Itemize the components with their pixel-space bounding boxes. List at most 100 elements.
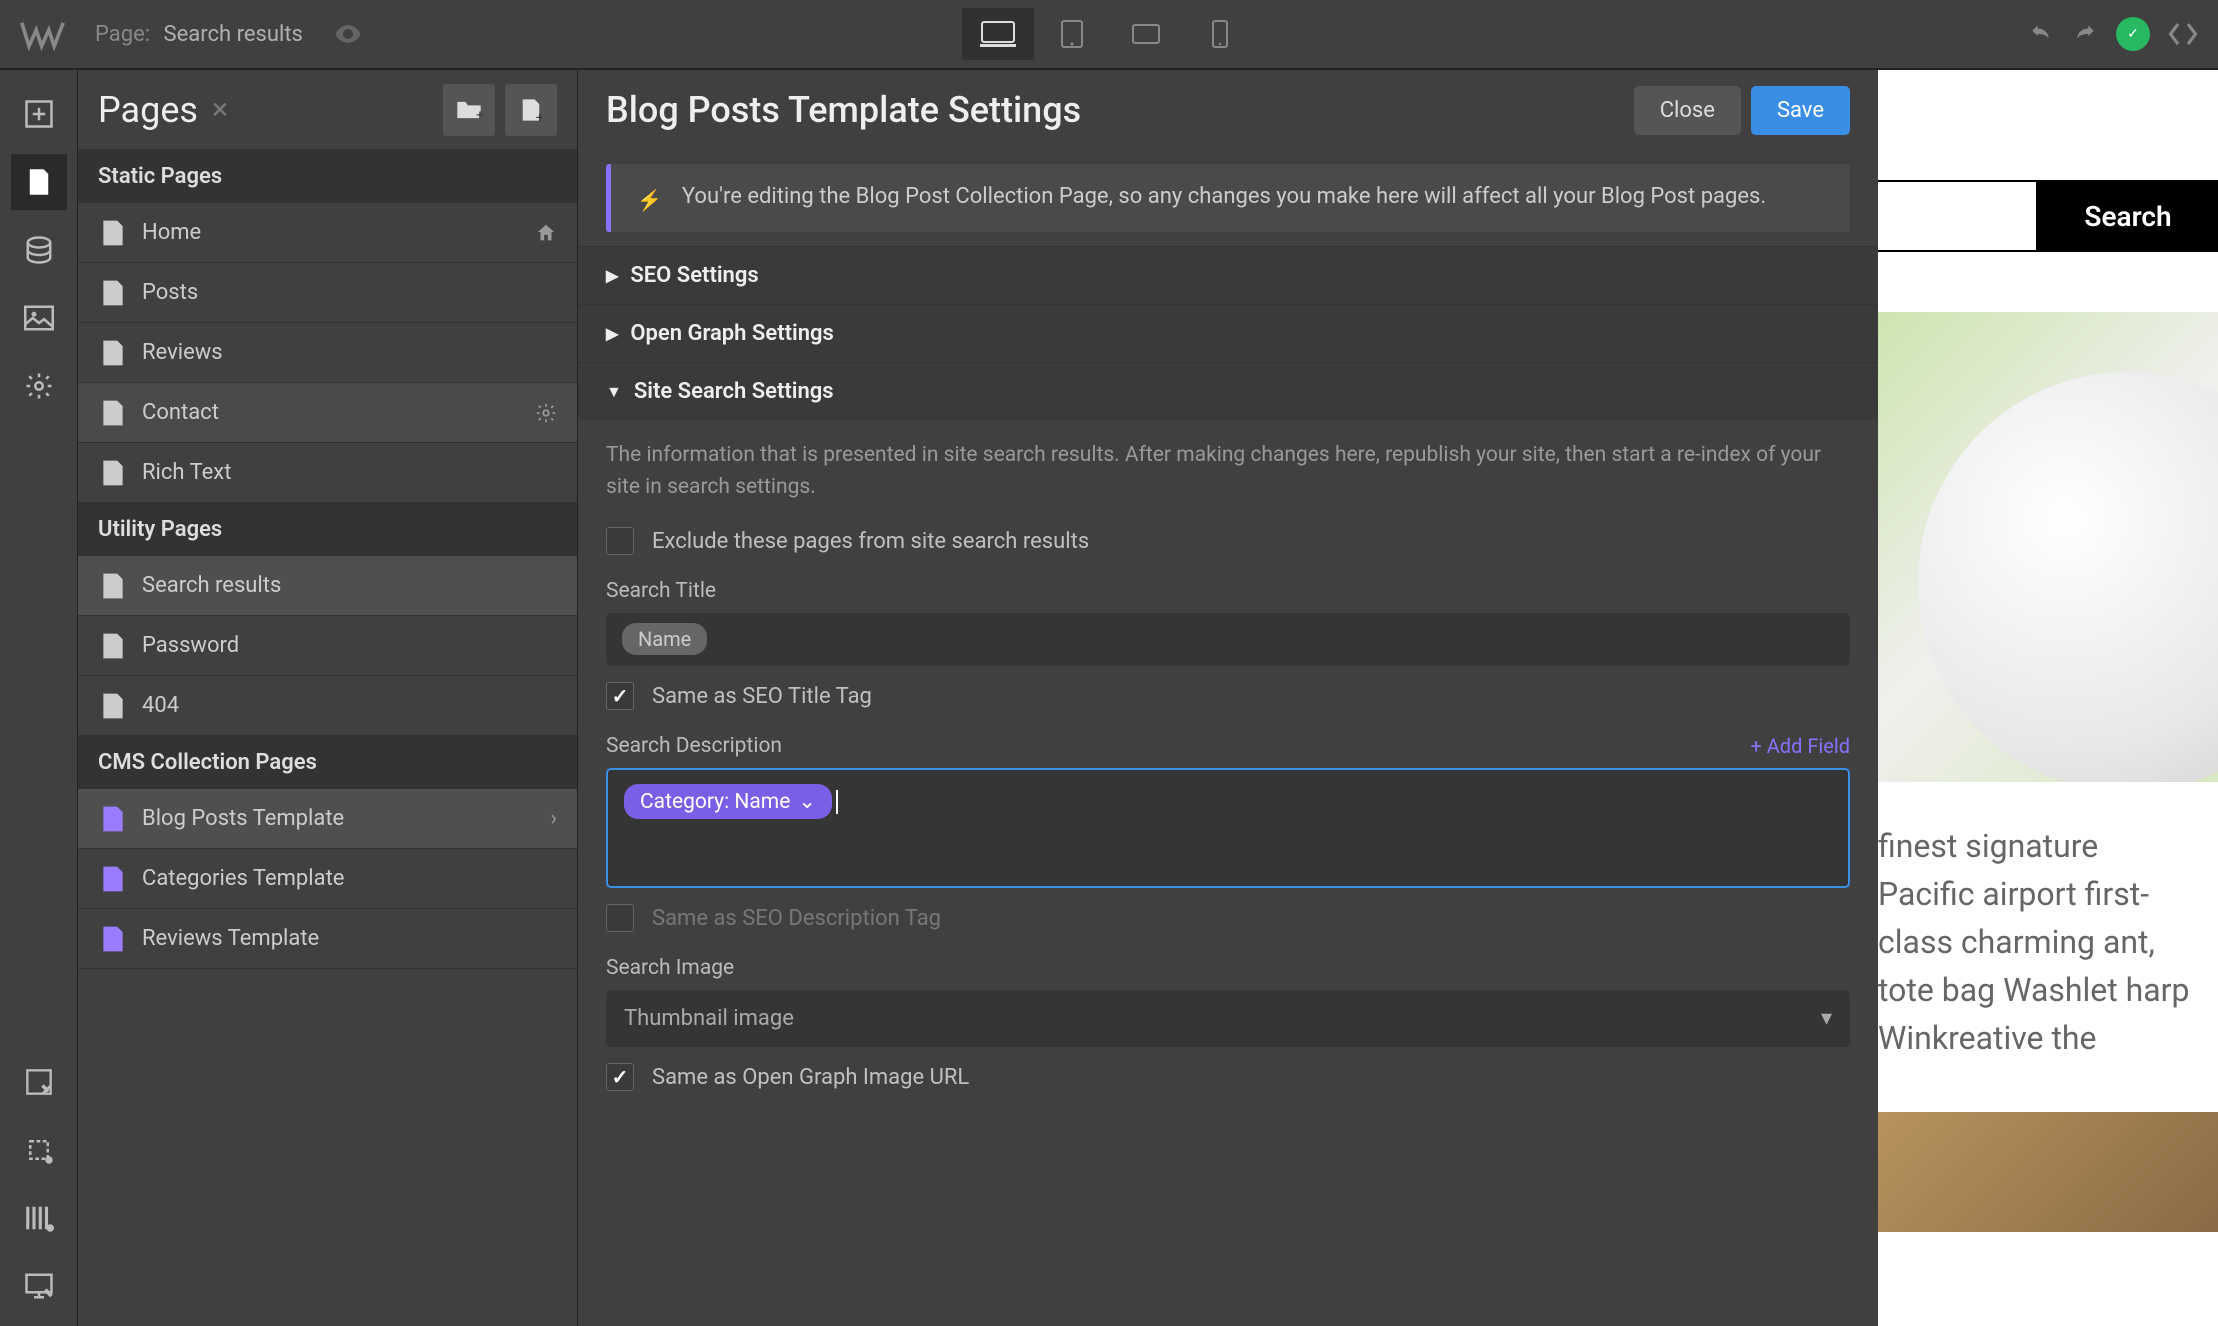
section-label: SEO Settings xyxy=(630,263,758,288)
preview-search-button[interactable]: Search xyxy=(2038,180,2218,252)
webflow-logo-icon xyxy=(20,12,65,57)
device-switcher xyxy=(962,8,1256,60)
status-ok-icon[interactable]: ✓ xyxy=(2116,17,2150,51)
tablet-device-button[interactable] xyxy=(1036,8,1108,60)
site-search-body: The information that is presented in sit… xyxy=(578,420,1878,1135)
chevron-down-icon: ⌄ xyxy=(798,789,816,814)
audit-button[interactable] xyxy=(11,1190,67,1246)
left-rail xyxy=(0,70,78,1326)
pages-panel-header: Pages × + + xyxy=(78,70,577,150)
page-item-password[interactable]: Password xyxy=(78,616,577,676)
static-pages-heading: Static Pages xyxy=(78,150,577,203)
page-label: Search results xyxy=(142,573,281,598)
page-item-richtext[interactable]: Rich Text xyxy=(78,443,577,503)
same-seo-title-checkbox[interactable] xyxy=(606,682,634,710)
same-seo-desc-checkbox[interactable] xyxy=(606,904,634,932)
page-icon xyxy=(102,219,124,247)
close-panel-icon[interactable]: × xyxy=(212,92,228,127)
cms-page-icon xyxy=(102,865,124,893)
page-item-contact[interactable]: Contact xyxy=(78,383,577,443)
page-item-404[interactable]: 404 xyxy=(78,676,577,736)
page-label: Posts xyxy=(142,280,198,305)
backup-button[interactable] xyxy=(11,1258,67,1314)
cms-pages-heading: CMS Collection Pages xyxy=(78,736,577,789)
caret-right-icon: ▶ xyxy=(606,266,618,285)
same-seo-title-label: Same as SEO Title Tag xyxy=(652,684,872,709)
cms-page-icon xyxy=(102,805,124,833)
redo-button[interactable] xyxy=(2072,21,2098,47)
preview-eye-button[interactable] xyxy=(333,19,363,49)
same-seo-desc-row[interactable]: Same as SEO Description Tag xyxy=(606,904,1850,932)
code-button[interactable] xyxy=(2168,21,2198,47)
topbar: Page: Search results ✓ xyxy=(0,0,2218,70)
field-pill-name[interactable]: Name xyxy=(622,623,707,655)
page-item-categories-template[interactable]: Categories Template xyxy=(78,849,577,909)
tablet-landscape-button[interactable] xyxy=(1110,8,1182,60)
search-title-input[interactable]: Name xyxy=(606,613,1850,666)
page-icon xyxy=(102,399,124,427)
info-banner: ⚡ You're editing the Blog Post Collectio… xyxy=(606,164,1850,232)
add-field-link[interactable]: + Add Field xyxy=(1750,734,1850,758)
cms-page-icon xyxy=(102,925,124,953)
page-item-search-results[interactable]: Search results xyxy=(78,556,577,616)
exclude-checkbox[interactable] xyxy=(606,527,634,555)
caret-down-icon: ▼ xyxy=(606,382,622,402)
page-label: Blog Posts Template xyxy=(142,806,344,831)
new-folder-button[interactable]: + xyxy=(443,84,495,136)
search-title-label: Search Title xyxy=(606,579,1850,603)
section-label: Open Graph Settings xyxy=(630,321,834,346)
text-cursor xyxy=(836,790,838,814)
mobile-device-button[interactable] xyxy=(1184,8,1256,60)
search-image-select[interactable]: Thumbnail image ▾ xyxy=(606,990,1850,1047)
page-item-blog-posts-template[interactable]: Blog Posts Template › xyxy=(78,789,577,849)
help-text: The information that is presented in sit… xyxy=(606,440,1850,503)
close-button[interactable]: Close xyxy=(1634,86,1741,135)
guides-button[interactable] xyxy=(11,1122,67,1178)
page-icon xyxy=(102,632,124,660)
page-item-reviews-template[interactable]: Reviews Template xyxy=(78,909,577,969)
preview-body-text: finest signature Pacific airport first-c… xyxy=(1878,822,2218,1062)
utility-pages-heading: Utility Pages xyxy=(78,503,577,556)
assets-nav-button[interactable] xyxy=(11,290,67,346)
pages-nav-button[interactable] xyxy=(11,154,67,210)
same-og-image-row[interactable]: Same as Open Graph Image URL xyxy=(606,1063,1850,1091)
add-element-button[interactable] xyxy=(11,86,67,142)
page-label: Password xyxy=(142,633,239,658)
settings-header: Blog Posts Template Settings Close Save xyxy=(578,70,1878,150)
cms-nav-button[interactable] xyxy=(11,222,67,278)
og-settings-toggle[interactable]: ▶ Open Graph Settings xyxy=(578,304,1878,362)
field-pill-category-name[interactable]: Category: Name⌄ xyxy=(624,784,832,819)
search-desc-label-row: Search Description + Add Field xyxy=(606,734,1850,758)
save-button[interactable]: Save xyxy=(1751,86,1850,135)
settings-panel: Blog Posts Template Settings Close Save … xyxy=(578,70,1878,1326)
settings-nav-button[interactable] xyxy=(11,358,67,414)
page-item-reviews[interactable]: Reviews xyxy=(78,323,577,383)
pages-panel: Pages × + + Static Pages Home Posts Revi… xyxy=(78,70,578,1326)
page-item-home[interactable]: Home xyxy=(78,203,577,263)
bolt-icon: ⚡ xyxy=(637,188,662,212)
same-og-image-label: Same as Open Graph Image URL xyxy=(652,1065,969,1090)
breadcrumb-label: Page: xyxy=(95,22,150,47)
same-og-image-checkbox[interactable] xyxy=(606,1063,634,1091)
site-search-toggle[interactable]: ▼Site Search Settings xyxy=(578,362,1878,420)
preview-search-input[interactable] xyxy=(1878,180,2038,252)
page-label: Categories Template xyxy=(142,866,344,891)
preview-image-2 xyxy=(1878,1112,2218,1232)
page-icon xyxy=(102,279,124,307)
navigator-button[interactable] xyxy=(11,1054,67,1110)
seo-settings-toggle[interactable]: ▶ SEO Settings xyxy=(578,246,1878,304)
preview-image xyxy=(1878,312,2218,782)
new-page-button[interactable]: + xyxy=(505,84,557,136)
gear-icon[interactable] xyxy=(535,402,557,424)
page-item-posts[interactable]: Posts xyxy=(78,263,577,323)
search-desc-input[interactable]: Category: Name⌄ xyxy=(606,768,1850,888)
pages-title: Pages xyxy=(98,89,198,131)
search-desc-label: Search Description xyxy=(606,734,782,758)
same-seo-title-row[interactable]: Same as SEO Title Tag xyxy=(606,682,1850,710)
desktop-device-button[interactable] xyxy=(962,8,1034,60)
chevron-right-icon: › xyxy=(550,806,557,831)
caret-right-icon: ▶ xyxy=(606,324,618,343)
breadcrumb: Page: Search results xyxy=(95,22,303,47)
exclude-checkbox-row[interactable]: Exclude these pages from site search res… xyxy=(606,527,1850,555)
undo-button[interactable] xyxy=(2028,21,2054,47)
